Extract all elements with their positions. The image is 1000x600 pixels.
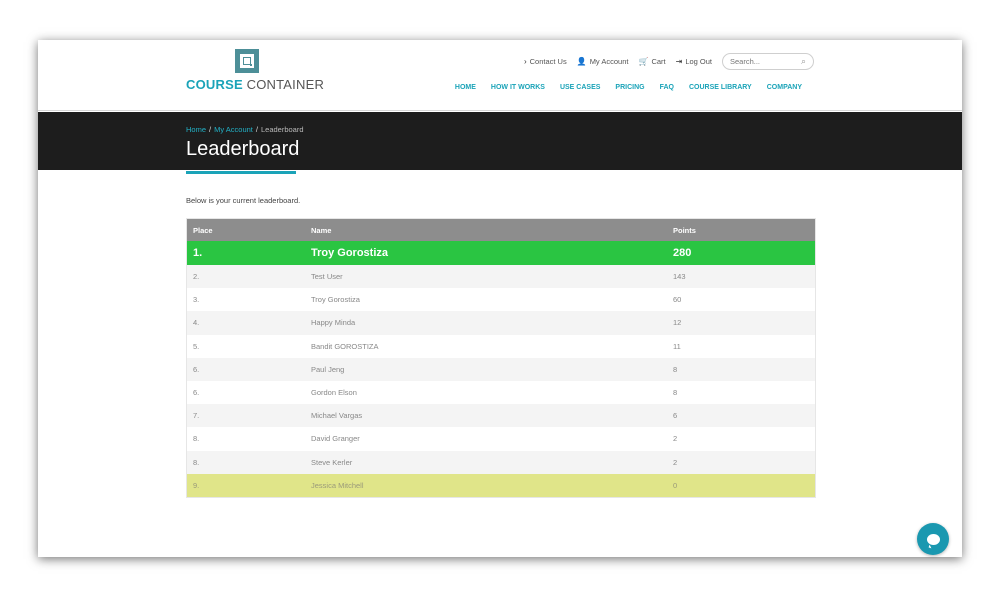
cell-points: 6 <box>673 411 678 421</box>
cell-name: Bandit GOROSTIZA <box>311 341 379 351</box>
intro-text: Below is your current leaderboard. <box>186 196 301 205</box>
cell-name: Steve Kerler <box>311 457 353 467</box>
cell-place: 2. <box>193 272 200 282</box>
table-row: 3. Troy Gorostiza 60 <box>187 288 815 311</box>
breadcrumb: Home / My Account / Leaderboard <box>186 125 304 134</box>
table-row: 6. Gordon Elson 8 <box>187 381 815 404</box>
cart-icon: 🛒 <box>638 56 649 66</box>
nav-how-it-works[interactable]: HOW IT WORKS <box>491 84 545 91</box>
header-points: Points <box>673 225 696 235</box>
breadcrumb-my-account[interactable]: My Account <box>214 125 253 134</box>
nav-use-cases[interactable]: USE CASES <box>560 84 600 91</box>
site-header: COURSE CONTAINER › Contact Us 👤 My Account… <box>38 40 962 111</box>
log-out-link[interactable]: ⇥ Log Out <box>676 57 712 66</box>
cell-place: 6. <box>193 388 200 398</box>
chevron-right-icon: › <box>523 56 527 66</box>
leaderboard-table: Place Name Points 1. Troy Gorostiza 280 … <box>186 218 816 498</box>
page-title-band: Home / My Account / Leaderboard Leaderboard <box>38 112 962 170</box>
table-row: 8. Steve Kerler 2 <box>187 450 815 474</box>
cell-name: Test User <box>311 272 343 282</box>
cell-points: 0 <box>673 480 678 490</box>
main-navigation: HOME HOW IT WORKS USE CASES PRICING FAQ … <box>455 84 802 91</box>
cell-place: 8. <box>193 457 200 467</box>
cart-link[interactable]: 🛒 Cart <box>638 57 665 66</box>
course-container-logo[interactable]: COURSE CONTAINER <box>186 49 324 92</box>
cell-name: Paul Jeng <box>311 364 345 374</box>
my-account-link[interactable]: 👤 My Account <box>577 57 629 66</box>
browser-page: COURSE CONTAINER › Contact Us 👤 My Account… <box>38 40 962 557</box>
utility-links: › Contact Us 👤 My Account 🛒 Cart ⇥ Log Out S… <box>524 52 814 70</box>
cell-points: 2 <box>673 434 678 444</box>
cell-place: 9. <box>193 480 200 490</box>
cell-place: 6. <box>193 364 200 374</box>
cell-points: 12 <box>673 318 682 328</box>
cell-name: Happy Minda <box>311 318 356 328</box>
logo-text: COURSE CONTAINER <box>186 77 325 92</box>
nav-course-library[interactable]: COURSE LIBRARY <box>689 84 752 91</box>
page-title: Leaderboard <box>186 138 300 160</box>
table-row: 4. Happy Minda 12 <box>187 311 815 335</box>
cell-place: 7. <box>193 411 200 421</box>
cell-points: 280 <box>673 247 692 259</box>
cell-place: 8. <box>193 434 200 444</box>
breadcrumb-home[interactable]: Home <box>186 125 206 134</box>
cell-place: 3. <box>193 295 200 305</box>
breadcrumb-separator: / <box>255 125 258 134</box>
nav-pricing[interactable]: PRICING <box>615 84 644 91</box>
cell-place: 4. <box>193 318 200 328</box>
contact-us-link[interactable]: › Contact Us <box>524 57 567 66</box>
cell-place: 1. <box>193 247 203 259</box>
table-row: 7. Michael Vargas 6 <box>187 404 815 428</box>
table-row: 6. Paul Jeng 8 <box>187 357 815 381</box>
table-row: 2. Test User 143 <box>187 265 815 289</box>
logo-mark-icon <box>235 49 259 73</box>
cell-points: 8 <box>673 388 678 398</box>
cell-name: David Granger <box>311 434 360 444</box>
table-row: 5. Bandit GOROSTIZA 11 <box>187 335 815 358</box>
cell-points: 8 <box>673 364 678 374</box>
title-underline <box>186 171 296 174</box>
cell-name: Troy Gorostiza <box>311 247 389 259</box>
search-input[interactable]: Search... ⌕ <box>722 52 814 70</box>
cell-points: 60 <box>673 295 682 305</box>
cell-place: 5. <box>193 341 200 351</box>
cell-name: Troy Gorostiza <box>311 295 360 305</box>
nav-faq[interactable]: FAQ <box>660 84 674 91</box>
cell-name: Michael Vargas <box>311 411 363 421</box>
table-row: 1. Troy Gorostiza 280 <box>187 241 815 265</box>
chat-widget-button[interactable] <box>917 523 949 555</box>
table-row: 8. David Granger 2 <box>187 427 815 450</box>
cell-points: 143 <box>673 272 686 282</box>
cell-name: Jessica Mitchell <box>311 480 364 490</box>
breadcrumb-current: Leaderboard <box>260 125 304 134</box>
chat-bubble-icon <box>926 533 940 545</box>
header-name: Name <box>311 225 332 235</box>
breadcrumb-separator: / <box>209 125 212 134</box>
table-row-current-user: 9. Jessica Mitchell 0 <box>187 473 815 497</box>
table-header-row: Place Name Points <box>187 219 815 241</box>
search-icon[interactable]: ⌕ <box>801 56 806 67</box>
logout-icon: ⇥ <box>675 56 683 66</box>
user-icon: 👤 <box>576 56 587 66</box>
header-place: Place <box>193 225 213 235</box>
nav-company[interactable]: COMPANY <box>767 84 802 91</box>
nav-home[interactable]: HOME <box>455 84 476 91</box>
cell-name: Gordon Elson <box>311 388 357 398</box>
cell-points: 11 <box>673 341 681 351</box>
cell-points: 2 <box>673 457 678 467</box>
